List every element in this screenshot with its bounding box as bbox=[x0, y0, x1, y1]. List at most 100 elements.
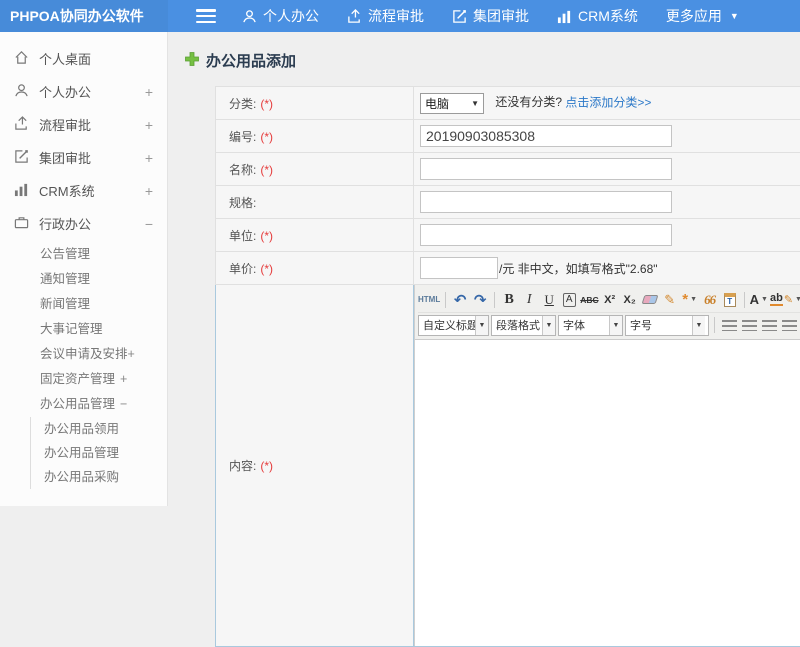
unit-label: 单位: bbox=[229, 229, 256, 243]
unit-input[interactable] bbox=[420, 224, 672, 246]
sidebar-item-admin-office[interactable]: 行政办公 − bbox=[0, 207, 167, 240]
add-category-link[interactable]: 点击添加分类>> bbox=[565, 95, 651, 109]
sidebar-item-news-mgmt[interactable]: 新闻管理 bbox=[0, 292, 167, 317]
sidebar-item-label: 行政办公 bbox=[39, 214, 145, 233]
nav-group-approval[interactable]: 集团审批 bbox=[452, 6, 529, 26]
code-input[interactable] bbox=[420, 125, 672, 147]
paragraph-format-select[interactable]: 段落格式▼ bbox=[491, 315, 556, 336]
editor-toolbar: HTML ↶ ↷ B I U A ABC X² X₂ bbox=[415, 285, 800, 340]
sidebar-item-supplies-purchase[interactable]: 办公用品采购 bbox=[31, 465, 167, 489]
sidebar-item-office-supplies-mgmt[interactable]: 办公用品管理− bbox=[0, 392, 167, 417]
pen-icon: ✎ bbox=[784, 293, 793, 306]
sidebar-item-label: 个人桌面 bbox=[39, 49, 153, 68]
name-input[interactable] bbox=[420, 158, 672, 180]
sidebar-item-workflow-approval[interactable]: 流程审批 + bbox=[0, 108, 167, 141]
sidebar-item-meeting-request[interactable]: 会议申请及安排+ bbox=[0, 342, 167, 367]
nav-label: CRM系统 bbox=[578, 6, 638, 26]
sidebar-item-fixed-assets-mgmt[interactable]: 固定资产管理+ bbox=[0, 367, 167, 392]
sidebar-item-supplies-manage[interactable]: 办公用品管理 bbox=[31, 441, 167, 465]
form-row-code: 编号:(*) bbox=[216, 120, 800, 153]
editor-toolbar-row1: HTML ↶ ↷ B I U A ABC X² X₂ bbox=[418, 287, 800, 312]
sidebar-item-announcement-mgmt[interactable]: 公告管理 bbox=[0, 242, 167, 267]
code-label: 编号: bbox=[229, 130, 256, 144]
spec-input[interactable] bbox=[420, 191, 672, 213]
expand-plus-icon: + bbox=[145, 150, 153, 166]
sidebar-item-supplies-receive[interactable]: 办公用品领用 bbox=[31, 417, 167, 441]
category-label: 分类: bbox=[229, 97, 256, 111]
blockquote-button[interactable]: 66 bbox=[701, 290, 719, 310]
format-brush-icon[interactable]: ✎ bbox=[661, 290, 679, 310]
sidebar-item-events-mgmt[interactable]: 大事记管理 bbox=[0, 317, 167, 342]
highlight-color-button[interactable]: ab✎▼ bbox=[770, 290, 800, 310]
align-right-button[interactable] bbox=[760, 315, 778, 335]
sidebar-item-crm[interactable]: CRM系统 + bbox=[0, 174, 167, 207]
html-source-button[interactable]: HTML bbox=[418, 290, 440, 310]
superscript-button[interactable]: X² bbox=[601, 290, 619, 310]
sidebar-item-label: CRM系统 bbox=[39, 181, 145, 200]
wand-icon: * bbox=[682, 291, 688, 308]
text-color-button[interactable]: A▼ bbox=[750, 290, 768, 310]
custom-heading-select[interactable]: 自定义标题▼ bbox=[418, 315, 489, 336]
sidebar-item-notice-mgmt[interactable]: 通知管理 bbox=[0, 267, 167, 292]
bar-chart-icon bbox=[557, 9, 572, 24]
align-center-icon bbox=[742, 320, 757, 331]
sidebar-item-group-approval[interactable]: 集团审批 + bbox=[0, 141, 167, 174]
page-title: 办公用品添加 bbox=[185, 50, 800, 71]
nav-label: 集团审批 bbox=[473, 6, 529, 26]
price-input[interactable] bbox=[420, 257, 498, 279]
nav-personal-office[interactable]: 个人办公 bbox=[242, 6, 319, 26]
edit-square-icon bbox=[14, 149, 39, 167]
select-caret-icon: ▼ bbox=[471, 99, 479, 108]
font-box-button[interactable]: A bbox=[563, 293, 576, 307]
required-mark: (*) bbox=[260, 459, 273, 473]
eraser-icon bbox=[641, 295, 658, 304]
strikethrough-button[interactable]: ABC bbox=[580, 290, 598, 310]
align-center-button[interactable] bbox=[740, 315, 758, 335]
justify-button[interactable] bbox=[780, 315, 798, 335]
quick-format-button[interactable]: *▼ bbox=[681, 290, 699, 310]
hamburger-menu-icon[interactable] bbox=[196, 9, 216, 23]
undo-icon[interactable]: ↶ bbox=[451, 290, 469, 310]
font-family-select[interactable]: 字体▼ bbox=[558, 315, 623, 336]
price-label: 单价: bbox=[229, 262, 256, 276]
form-row-unit: 单位:(*) bbox=[216, 219, 800, 252]
subscript-button[interactable]: X₂ bbox=[621, 290, 639, 310]
editor-content-area[interactable] bbox=[415, 340, 800, 646]
required-mark: (*) bbox=[260, 97, 273, 111]
select-caret-icon: ▼ bbox=[475, 316, 488, 335]
expand-plus-icon: + bbox=[145, 84, 153, 100]
supply-add-form: 分类:(*) 电脑 ▼ 还没有分类? 点击添加分类>> 编号:(*) 名称:(*… bbox=[215, 86, 800, 647]
user-icon bbox=[14, 83, 39, 101]
share-arrow-icon bbox=[347, 9, 362, 24]
sidebar-item-personal-office[interactable]: 个人办公 + bbox=[0, 75, 167, 108]
underline-button[interactable]: U bbox=[540, 290, 558, 310]
bold-button[interactable]: B bbox=[500, 290, 518, 310]
category-select[interactable]: 电脑 ▼ bbox=[420, 93, 484, 114]
sidebar-admin-submenu: 公告管理 通知管理 新闻管理 大事记管理 会议申请及安排+ 固定资产管理+ 办公… bbox=[0, 240, 167, 491]
main-content: 办公用品添加 分类:(*) 电脑 ▼ 还没有分类? 点击添加分类>> 编号:(*… bbox=[169, 32, 800, 506]
align-right-icon bbox=[762, 320, 777, 331]
nav-workflow-approval[interactable]: 流程审批 bbox=[347, 6, 424, 26]
font-size-select[interactable]: 字号▼ bbox=[625, 315, 709, 336]
remove-format-button[interactable] bbox=[641, 290, 659, 310]
price-format-hint: /元 非中文，如填写格式"2.68" bbox=[499, 262, 658, 276]
align-left-icon bbox=[722, 320, 737, 331]
required-mark: (*) bbox=[260, 163, 273, 177]
top-bar: PHPOA协同办公软件 个人办公 流程审批 集团审批 CRM系统 更多应用 ▼ bbox=[0, 0, 800, 32]
chevron-down-icon: ▼ bbox=[730, 11, 739, 21]
paste-as-text-button[interactable]: T bbox=[721, 290, 739, 310]
expand-plus-icon: + bbox=[145, 183, 153, 199]
dropdown-caret-icon: ▼ bbox=[761, 296, 768, 303]
sidebar-item-personal-desktop[interactable]: 个人桌面 bbox=[0, 42, 167, 75]
form-row-category: 分类: (*) 电脑 ▼ 还没有分类? 点击添加分类>> bbox=[216, 87, 800, 120]
align-left-button[interactable] bbox=[720, 315, 738, 335]
redo-icon[interactable]: ↷ bbox=[471, 290, 489, 310]
sidebar-item-label: 流程审批 bbox=[39, 115, 145, 134]
nav-crm-system[interactable]: CRM系统 bbox=[557, 6, 638, 26]
rich-text-editor: HTML ↶ ↷ B I U A ABC X² X₂ bbox=[414, 285, 800, 646]
expand-plus-icon: + bbox=[120, 372, 127, 386]
italic-button[interactable]: I bbox=[520, 290, 538, 310]
nav-more-apps[interactable]: 更多应用 ▼ bbox=[666, 6, 739, 26]
category-hint: 还没有分类? bbox=[495, 95, 562, 109]
collapse-minus-icon: − bbox=[145, 216, 153, 232]
